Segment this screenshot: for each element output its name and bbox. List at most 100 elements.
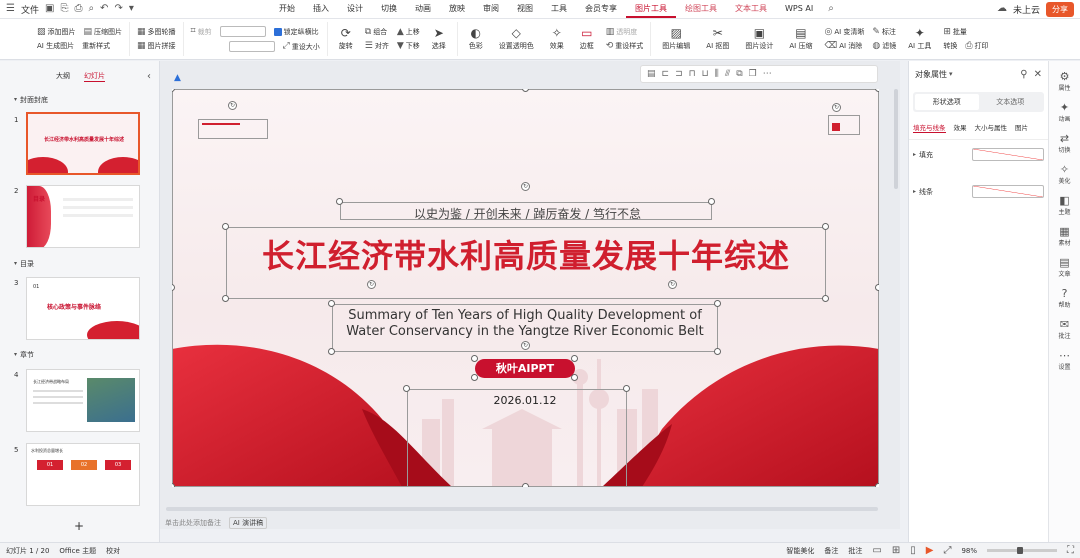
tab-member[interactable]: 会员专享 [576,0,626,18]
distribute-v-icon[interactable]: ⫻ [725,69,730,79]
tab-slides[interactable]: 幻灯片 [84,71,105,82]
image-splice-button[interactable]: ▦ 图片拼接 [137,41,176,51]
resize-handle[interactable] [522,483,529,487]
batch-button[interactable]: ⊞ 批量 [943,27,988,37]
reset-style-button[interactable]: 重新样式 [82,41,110,51]
subtab-effect[interactable]: 效果 [954,122,967,133]
set-transparent-button[interactable]: ◇ 设置透明色 [495,27,538,51]
smart-beautify-button[interactable]: 智能美化 [786,546,814,556]
slide-thumbnail[interactable]: 目录 [26,185,140,248]
resize-handle[interactable] [714,300,721,307]
ai-matting-button[interactable]: ✂ AI 抠图 [702,27,733,51]
move-up-button[interactable]: ▲ 上移 [397,27,420,37]
group-button[interactable]: ⧉ 组合 [365,27,389,37]
slide-thumbnail[interactable]: 长江经济带战略布局 [26,369,140,432]
subtab-size[interactable]: 大小与属性 [975,122,1008,133]
resize-handle[interactable] [471,355,478,362]
align-button[interactable]: ☰ 对齐 [365,41,389,51]
tab-design[interactable]: 设计 [338,0,372,18]
rotate-handle-icon[interactable]: ↻ [668,280,677,289]
caret-right-icon[interactable]: ▸ [913,151,916,158]
section-header[interactable]: ▾ 目录 [0,259,34,269]
resize-handle[interactable] [571,374,578,381]
move-down-button[interactable]: ▼ 下移 [397,41,420,51]
sidebar-item-help[interactable]: ? 帮助 [1049,288,1080,309]
reset-style2-button[interactable]: ⟲ 重设样式 [606,41,644,51]
tab-insert[interactable]: 插入 [304,0,338,18]
undo-icon[interactable]: ↶ [100,4,108,14]
crop-button[interactable]: ⌗ 裁剪 [191,27,212,37]
play-icon[interactable]: ▶ [926,545,934,556]
resize-handle[interactable] [623,385,630,392]
close-icon[interactable]: ✕ [1034,69,1042,80]
resize-handle[interactable] [328,348,335,355]
ai-generate-image-button[interactable]: AI 生成图片 [37,41,74,51]
horizontal-scrollbar[interactable] [166,507,878,511]
pin-icon[interactable]: ⚲ [1020,69,1027,80]
lock-ratio-checkbox[interactable]: 锁定纵横比 [273,27,319,37]
resize-handle[interactable] [822,295,829,302]
zoom-level[interactable]: 98% [961,547,977,555]
filter-button[interactable]: ◍ 滤镜 [872,41,896,51]
tab-drawing-tools[interactable]: 绘图工具 [676,0,726,18]
ai-erase-button[interactable]: ⌫ AI 消除 [824,41,864,51]
tab-slideshow[interactable]: 放映 [440,0,474,18]
resize-handle[interactable] [222,295,229,302]
tab-image-tools[interactable]: 图片工具 [626,0,676,18]
tab-review[interactable]: 审阅 [474,0,508,18]
rotate-handle-icon[interactable]: ↻ [367,280,376,289]
height-input[interactable] [219,26,266,37]
width-input[interactable] [228,41,275,52]
group-icon[interactable]: ⧉ [736,69,742,79]
red-line-shape[interactable] [202,123,240,125]
slide-thumbnail[interactable]: 01 核心政策与事件脉络 [26,277,140,340]
layout-icon[interactable]: ▤ [647,69,656,79]
ai-hd-button[interactable]: ◎ AI 变清晰 [824,27,864,37]
align-left-icon[interactable]: ⊏ [662,69,670,79]
theme-name[interactable]: Office 主题 [59,546,96,556]
resize-handle[interactable] [328,300,335,307]
multi-image-carousel-button[interactable]: ▦ 多图轮播 [137,27,176,37]
transparency-control[interactable]: ▥ 透明度 [606,27,644,37]
tab-home[interactable]: 开始 [270,0,304,18]
tab-wps-ai[interactable]: WPS AI [776,0,822,18]
color-button[interactable]: ◐ 色彩 [465,27,487,51]
print-icon[interactable]: ⎙ [74,4,82,14]
preview-icon[interactable]: ⌕ [88,4,94,14]
zoom-slider[interactable] [987,547,1057,554]
sidebar-item-animation[interactable]: ✦ 动画 [1049,102,1080,123]
resize-handle[interactable] [714,348,721,355]
tab-text-tools[interactable]: 文本工具 [726,0,776,18]
reset-size-button[interactable]: ⤢ 重设大小 [283,42,320,52]
sidebar-item-transition[interactable]: ⇄ 切换 [1049,133,1080,154]
effect-button[interactable]: ✧ 效果 [546,27,568,51]
copy-icon[interactable]: ❐ [749,69,757,79]
fullscreen-icon[interactable]: ⛶ [1067,545,1074,556]
share-button[interactable]: 分享 [1046,1,1074,17]
subtab-image[interactable]: 图片 [1015,122,1028,133]
rotate-button[interactable]: ⟳ 旋转 [335,27,357,51]
image-edit-button[interactable]: ▨ 图片编辑 [658,27,694,51]
rotate-handle-icon[interactable]: ↻ [228,101,237,110]
normal-view-icon[interactable]: ▭ [872,545,881,556]
fill-select[interactable] [972,148,1044,161]
select-button[interactable]: ➤ 选择 [428,27,450,51]
line-select[interactable] [972,185,1044,198]
sidebar-item-assets[interactable]: ▦ 素材 [1049,226,1080,247]
resize-handle[interactable] [222,223,229,230]
more-icon[interactable]: ⋯ [763,69,772,79]
chevron-down-icon[interactable]: ▾ [949,71,953,78]
tab-transition[interactable]: 切换 [372,0,406,18]
align-right-icon[interactable]: ⊓ [689,69,696,79]
slide-1[interactable]: 以史为鉴 / 开创未来 / 踔厉奋发 / 笃行不怠 长江经济带水利高质量发展十年… [172,89,879,487]
resize-handle[interactable] [875,284,879,291]
notes-placeholder[interactable]: 单击此处添加备注 [165,518,221,528]
add-slide-button[interactable]: + [74,519,84,533]
grid-view-icon[interactable]: ⊞ [892,545,900,556]
ai-compress-button[interactable]: ▤ AI 压缩 [785,27,816,51]
tab-shape-options[interactable]: 形状选项 [915,94,979,110]
file-menu[interactable]: 文件 [21,3,39,16]
tab-outline[interactable]: 大纲 [56,71,70,82]
caret-right-icon[interactable]: ▸ [913,188,916,195]
collapse-panel-icon[interactable]: ‹ [147,71,151,82]
